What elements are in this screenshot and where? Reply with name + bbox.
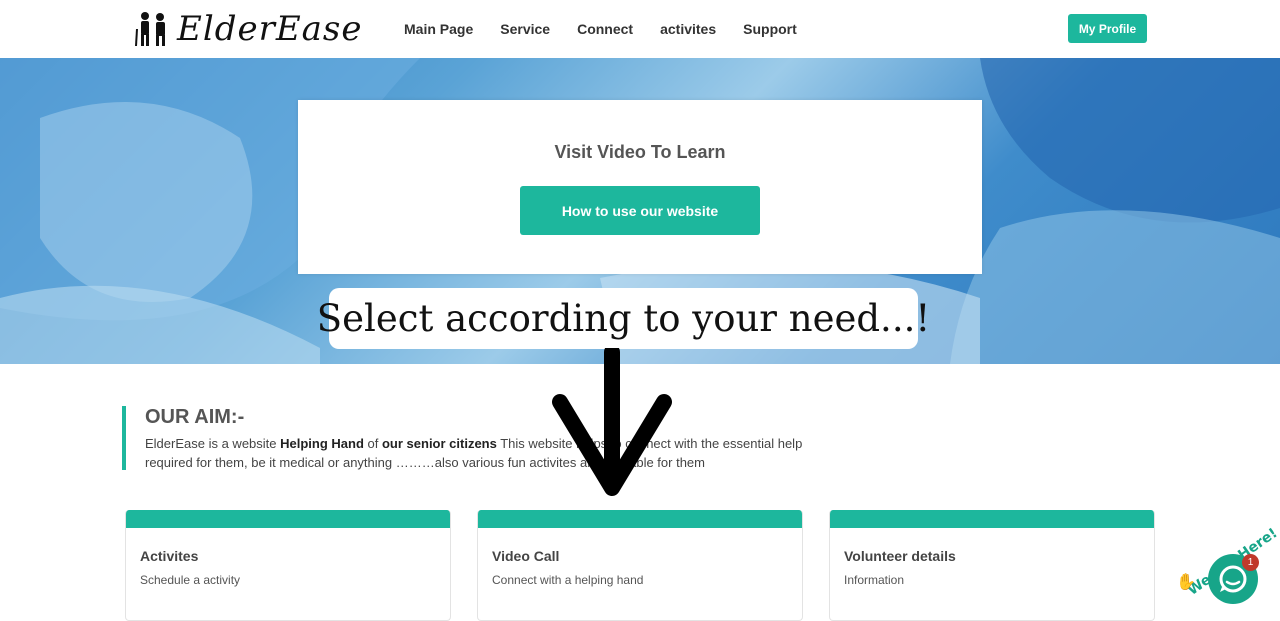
nav-main-page[interactable]: Main Page xyxy=(404,21,473,37)
card-video-call[interactable]: Video Call Connect with a helping hand xyxy=(477,510,803,621)
aim-description: ElderEase is a website Helping Hand of o… xyxy=(145,436,803,470)
my-profile-button[interactable]: My Profile xyxy=(1068,14,1147,43)
elderly-couple-icon xyxy=(135,12,165,47)
card-title: Volunteer details xyxy=(844,548,956,564)
logo-text: ElderEase xyxy=(177,9,363,49)
down-arrow-icon xyxy=(552,348,672,496)
card-accent-bar xyxy=(830,510,1154,528)
card-subtitle: Connect with a helping hand xyxy=(492,573,644,587)
card-title: Video Call xyxy=(492,548,560,564)
nav-service[interactable]: Service xyxy=(500,21,550,37)
video-learn-title: Visit Video To Learn xyxy=(554,142,726,162)
main-nav: Main Page Service Connect activites Supp… xyxy=(404,0,824,58)
nav-support[interactable]: Support xyxy=(743,21,797,37)
logo[interactable]: ElderEase xyxy=(133,8,363,50)
aim-title: OUR AIM:- xyxy=(145,406,245,428)
video-learn-card: Visit Video To Learn How to use our webs… xyxy=(298,100,982,274)
card-subtitle: Information xyxy=(844,573,905,587)
aim-section: OUR AIM:- ElderEase is a website Helping… xyxy=(122,406,846,470)
card-accent-bar xyxy=(126,510,450,528)
select-callout: Select according to your need...! xyxy=(317,288,930,349)
notification-badge: 1 xyxy=(1242,554,1259,571)
card-activites[interactable]: Activites Schedule a activity xyxy=(125,510,451,621)
waving-hand-icon: ✋ xyxy=(1176,572,1196,591)
card-accent-bar xyxy=(478,510,802,528)
how-to-use-button[interactable]: How to use our website xyxy=(520,186,760,235)
card-title: Activites xyxy=(140,548,199,564)
navbar: ElderEase Main Page Service Connect acti… xyxy=(0,0,1280,59)
card-volunteer-details[interactable]: Volunteer details Information xyxy=(829,510,1155,621)
nav-activites[interactable]: activites xyxy=(660,21,716,37)
nav-connect[interactable]: Connect xyxy=(577,21,633,37)
chat-widget[interactable]: We Are Here! ✋ 1 xyxy=(1172,525,1280,618)
card-subtitle: Schedule a activity xyxy=(140,573,241,587)
